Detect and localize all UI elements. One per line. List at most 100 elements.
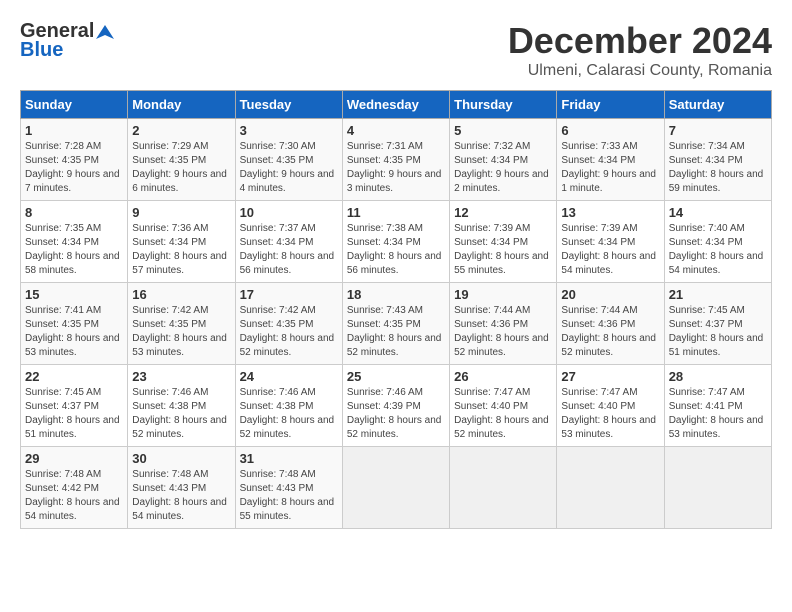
weekday-header: Thursday xyxy=(450,91,557,119)
day-number: 10 xyxy=(240,205,338,220)
day-info: Sunrise: 7:29 AM Sunset: 4:35 PM Dayligh… xyxy=(132,140,230,196)
day-number: 7 xyxy=(669,123,767,138)
weekday-header: Tuesday xyxy=(235,91,342,119)
day-number: 30 xyxy=(132,451,230,466)
day-info: Sunrise: 7:45 AM Sunset: 4:37 PM Dayligh… xyxy=(25,386,123,442)
weekday-header: Monday xyxy=(128,91,235,119)
day-info: Sunrise: 7:40 AM Sunset: 4:34 PM Dayligh… xyxy=(669,222,767,278)
day-number: 31 xyxy=(240,451,338,466)
day-info: Sunrise: 7:44 AM Sunset: 4:36 PM Dayligh… xyxy=(561,304,659,360)
calendar-day-cell: 7 Sunrise: 7:34 AM Sunset: 4:34 PM Dayli… xyxy=(664,119,771,201)
weekday-header: Sunday xyxy=(21,91,128,119)
calendar-day-cell: 12 Sunrise: 7:39 AM Sunset: 4:34 PM Dayl… xyxy=(450,201,557,283)
calendar-day-cell: 17 Sunrise: 7:42 AM Sunset: 4:35 PM Dayl… xyxy=(235,283,342,365)
day-number: 12 xyxy=(454,205,552,220)
day-number: 21 xyxy=(669,287,767,302)
weekday-header: Wednesday xyxy=(342,91,449,119)
day-info: Sunrise: 7:47 AM Sunset: 4:41 PM Dayligh… xyxy=(669,386,767,442)
day-number: 8 xyxy=(25,205,123,220)
day-info: Sunrise: 7:28 AM Sunset: 4:35 PM Dayligh… xyxy=(25,140,123,196)
calendar-table: SundayMondayTuesdayWednesdayThursdayFrid… xyxy=(20,90,772,529)
calendar-day-cell: 26 Sunrise: 7:47 AM Sunset: 4:40 PM Dayl… xyxy=(450,365,557,447)
weekday-header: Saturday xyxy=(664,91,771,119)
calendar-day-cell: 2 Sunrise: 7:29 AM Sunset: 4:35 PM Dayli… xyxy=(128,119,235,201)
calendar-day-cell: 28 Sunrise: 7:47 AM Sunset: 4:41 PM Dayl… xyxy=(664,365,771,447)
day-info: Sunrise: 7:48 AM Sunset: 4:43 PM Dayligh… xyxy=(132,468,230,524)
day-number: 17 xyxy=(240,287,338,302)
day-info: Sunrise: 7:46 AM Sunset: 4:38 PM Dayligh… xyxy=(240,386,338,442)
day-info: Sunrise: 7:36 AM Sunset: 4:34 PM Dayligh… xyxy=(132,222,230,278)
day-number: 16 xyxy=(132,287,230,302)
day-info: Sunrise: 7:35 AM Sunset: 4:34 PM Dayligh… xyxy=(25,222,123,278)
day-number: 4 xyxy=(347,123,445,138)
day-number: 11 xyxy=(347,205,445,220)
calendar-day-cell: 3 Sunrise: 7:30 AM Sunset: 4:35 PM Dayli… xyxy=(235,119,342,201)
day-info: Sunrise: 7:39 AM Sunset: 4:34 PM Dayligh… xyxy=(454,222,552,278)
calendar-week-row: 22 Sunrise: 7:45 AM Sunset: 4:37 PM Dayl… xyxy=(21,365,772,447)
day-info: Sunrise: 7:47 AM Sunset: 4:40 PM Dayligh… xyxy=(561,386,659,442)
day-number: 15 xyxy=(25,287,123,302)
calendar-day-cell: 23 Sunrise: 7:46 AM Sunset: 4:38 PM Dayl… xyxy=(128,365,235,447)
day-number: 13 xyxy=(561,205,659,220)
day-number: 22 xyxy=(25,369,123,384)
day-info: Sunrise: 7:46 AM Sunset: 4:38 PM Dayligh… xyxy=(132,386,230,442)
logo: General Blue xyxy=(20,20,114,62)
day-info: Sunrise: 7:43 AM Sunset: 4:35 PM Dayligh… xyxy=(347,304,445,360)
day-info: Sunrise: 7:39 AM Sunset: 4:34 PM Dayligh… xyxy=(561,222,659,278)
day-info: Sunrise: 7:47 AM Sunset: 4:40 PM Dayligh… xyxy=(454,386,552,442)
logo-blue: Blue xyxy=(20,39,63,62)
day-info: Sunrise: 7:45 AM Sunset: 4:37 PM Dayligh… xyxy=(669,304,767,360)
header: General Blue December 2024 Ulmeni, Calar… xyxy=(20,20,772,80)
day-number: 6 xyxy=(561,123,659,138)
weekday-header: Friday xyxy=(557,91,664,119)
calendar-day-cell: 4 Sunrise: 7:31 AM Sunset: 4:35 PM Dayli… xyxy=(342,119,449,201)
day-info: Sunrise: 7:42 AM Sunset: 4:35 PM Dayligh… xyxy=(240,304,338,360)
day-number: 28 xyxy=(669,369,767,384)
day-number: 14 xyxy=(669,205,767,220)
day-info: Sunrise: 7:34 AM Sunset: 4:34 PM Dayligh… xyxy=(669,140,767,196)
calendar-day-cell xyxy=(664,447,771,529)
calendar-day-cell: 21 Sunrise: 7:45 AM Sunset: 4:37 PM Dayl… xyxy=(664,283,771,365)
calendar-day-cell xyxy=(342,447,449,529)
calendar-day-cell: 13 Sunrise: 7:39 AM Sunset: 4:34 PM Dayl… xyxy=(557,201,664,283)
day-info: Sunrise: 7:31 AM Sunset: 4:35 PM Dayligh… xyxy=(347,140,445,196)
calendar-week-row: 8 Sunrise: 7:35 AM Sunset: 4:34 PM Dayli… xyxy=(21,201,772,283)
calendar-day-cell: 10 Sunrise: 7:37 AM Sunset: 4:34 PM Dayl… xyxy=(235,201,342,283)
calendar-day-cell: 24 Sunrise: 7:46 AM Sunset: 4:38 PM Dayl… xyxy=(235,365,342,447)
calendar-day-cell xyxy=(557,447,664,529)
calendar-day-cell xyxy=(450,447,557,529)
calendar-day-cell: 16 Sunrise: 7:42 AM Sunset: 4:35 PM Dayl… xyxy=(128,283,235,365)
location-title: Ulmeni, Calarasi County, Romania xyxy=(508,62,772,80)
day-number: 18 xyxy=(347,287,445,302)
day-info: Sunrise: 7:33 AM Sunset: 4:34 PM Dayligh… xyxy=(561,140,659,196)
day-number: 2 xyxy=(132,123,230,138)
calendar-day-cell: 18 Sunrise: 7:43 AM Sunset: 4:35 PM Dayl… xyxy=(342,283,449,365)
calendar-week-row: 29 Sunrise: 7:48 AM Sunset: 4:42 PM Dayl… xyxy=(21,447,772,529)
day-number: 9 xyxy=(132,205,230,220)
month-title: December 2024 xyxy=(508,20,772,62)
day-number: 29 xyxy=(25,451,123,466)
day-info: Sunrise: 7:32 AM Sunset: 4:34 PM Dayligh… xyxy=(454,140,552,196)
day-info: Sunrise: 7:30 AM Sunset: 4:35 PM Dayligh… xyxy=(240,140,338,196)
day-info: Sunrise: 7:48 AM Sunset: 4:42 PM Dayligh… xyxy=(25,468,123,524)
day-number: 23 xyxy=(132,369,230,384)
calendar-day-cell: 27 Sunrise: 7:47 AM Sunset: 4:40 PM Dayl… xyxy=(557,365,664,447)
logo-bird-icon xyxy=(96,23,114,41)
calendar-day-cell: 1 Sunrise: 7:28 AM Sunset: 4:35 PM Dayli… xyxy=(21,119,128,201)
calendar-day-cell: 30 Sunrise: 7:48 AM Sunset: 4:43 PM Dayl… xyxy=(128,447,235,529)
calendar-week-row: 15 Sunrise: 7:41 AM Sunset: 4:35 PM Dayl… xyxy=(21,283,772,365)
calendar-day-cell: 14 Sunrise: 7:40 AM Sunset: 4:34 PM Dayl… xyxy=(664,201,771,283)
day-info: Sunrise: 7:44 AM Sunset: 4:36 PM Dayligh… xyxy=(454,304,552,360)
day-info: Sunrise: 7:37 AM Sunset: 4:34 PM Dayligh… xyxy=(240,222,338,278)
calendar-day-cell: 31 Sunrise: 7:48 AM Sunset: 4:43 PM Dayl… xyxy=(235,447,342,529)
day-info: Sunrise: 7:46 AM Sunset: 4:39 PM Dayligh… xyxy=(347,386,445,442)
title-section: December 2024 Ulmeni, Calarasi County, R… xyxy=(508,20,772,80)
calendar-day-cell: 19 Sunrise: 7:44 AM Sunset: 4:36 PM Dayl… xyxy=(450,283,557,365)
weekday-header-row: SundayMondayTuesdayWednesdayThursdayFrid… xyxy=(21,91,772,119)
day-info: Sunrise: 7:42 AM Sunset: 4:35 PM Dayligh… xyxy=(132,304,230,360)
day-number: 5 xyxy=(454,123,552,138)
day-number: 20 xyxy=(561,287,659,302)
calendar-day-cell: 20 Sunrise: 7:44 AM Sunset: 4:36 PM Dayl… xyxy=(557,283,664,365)
day-number: 24 xyxy=(240,369,338,384)
calendar-day-cell: 9 Sunrise: 7:36 AM Sunset: 4:34 PM Dayli… xyxy=(128,201,235,283)
